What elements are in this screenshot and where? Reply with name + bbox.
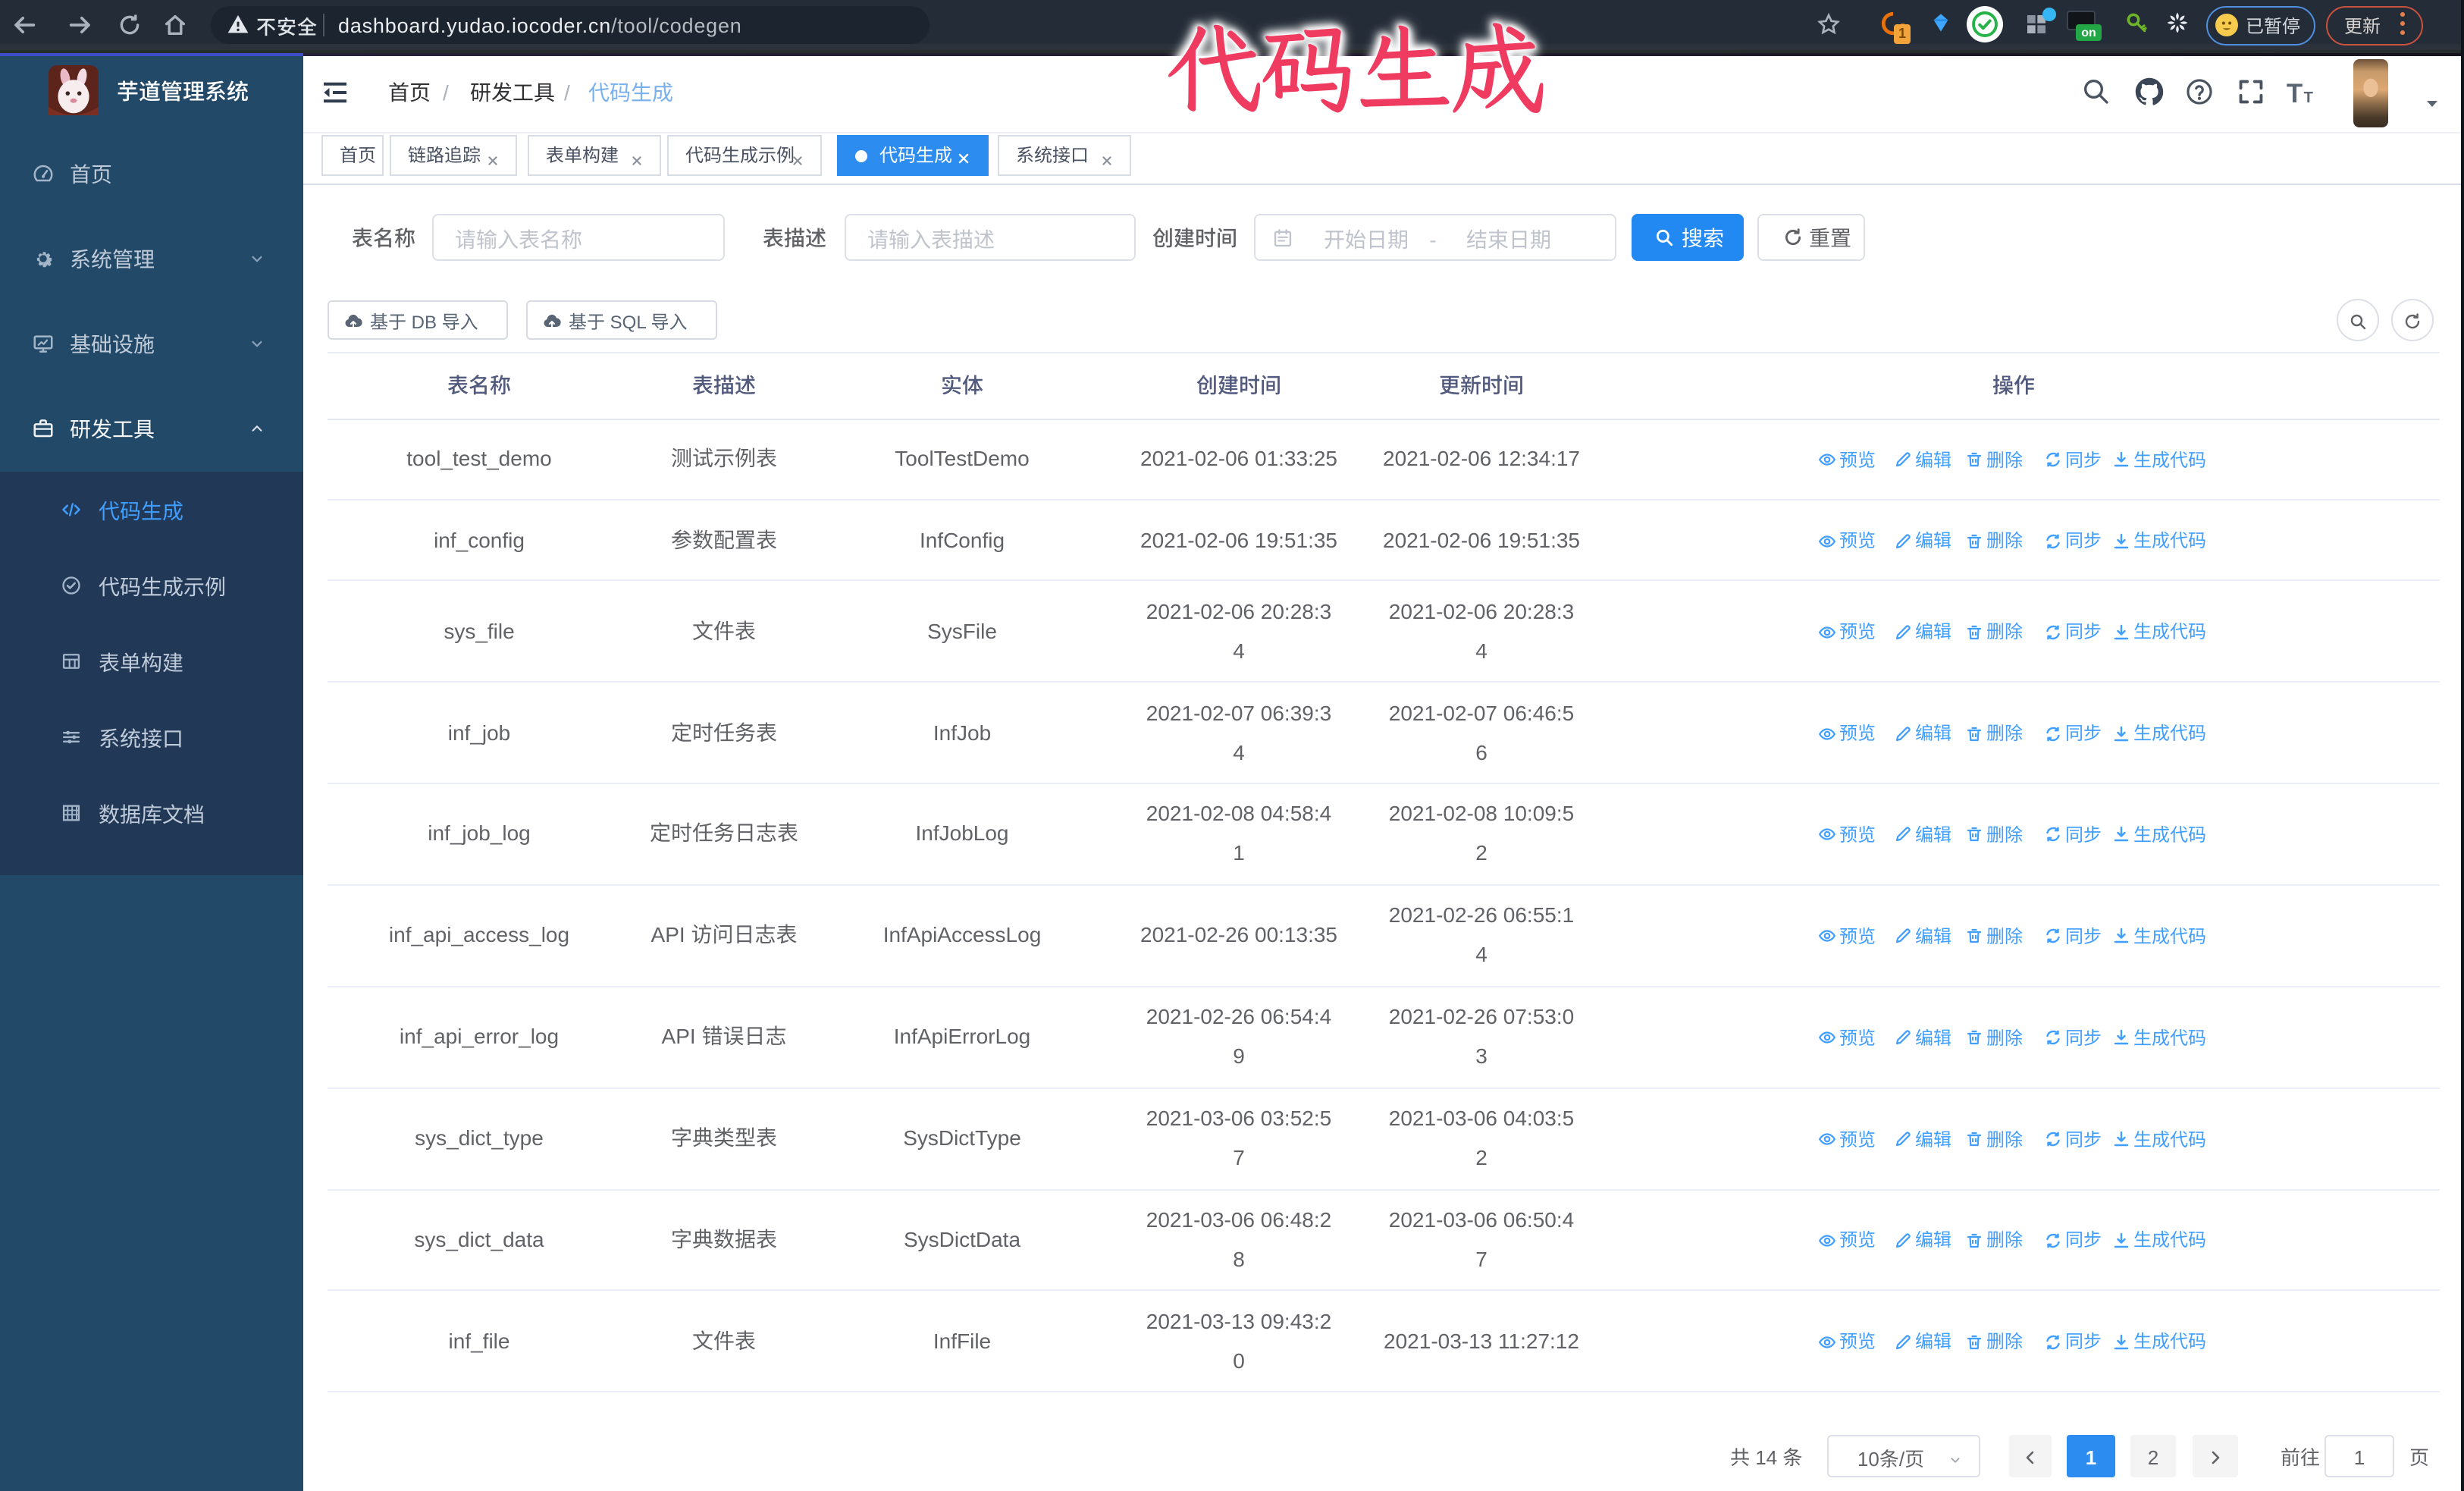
svg-text:T: T bbox=[2304, 89, 2314, 106]
svg-text:T: T bbox=[2287, 79, 2303, 108]
